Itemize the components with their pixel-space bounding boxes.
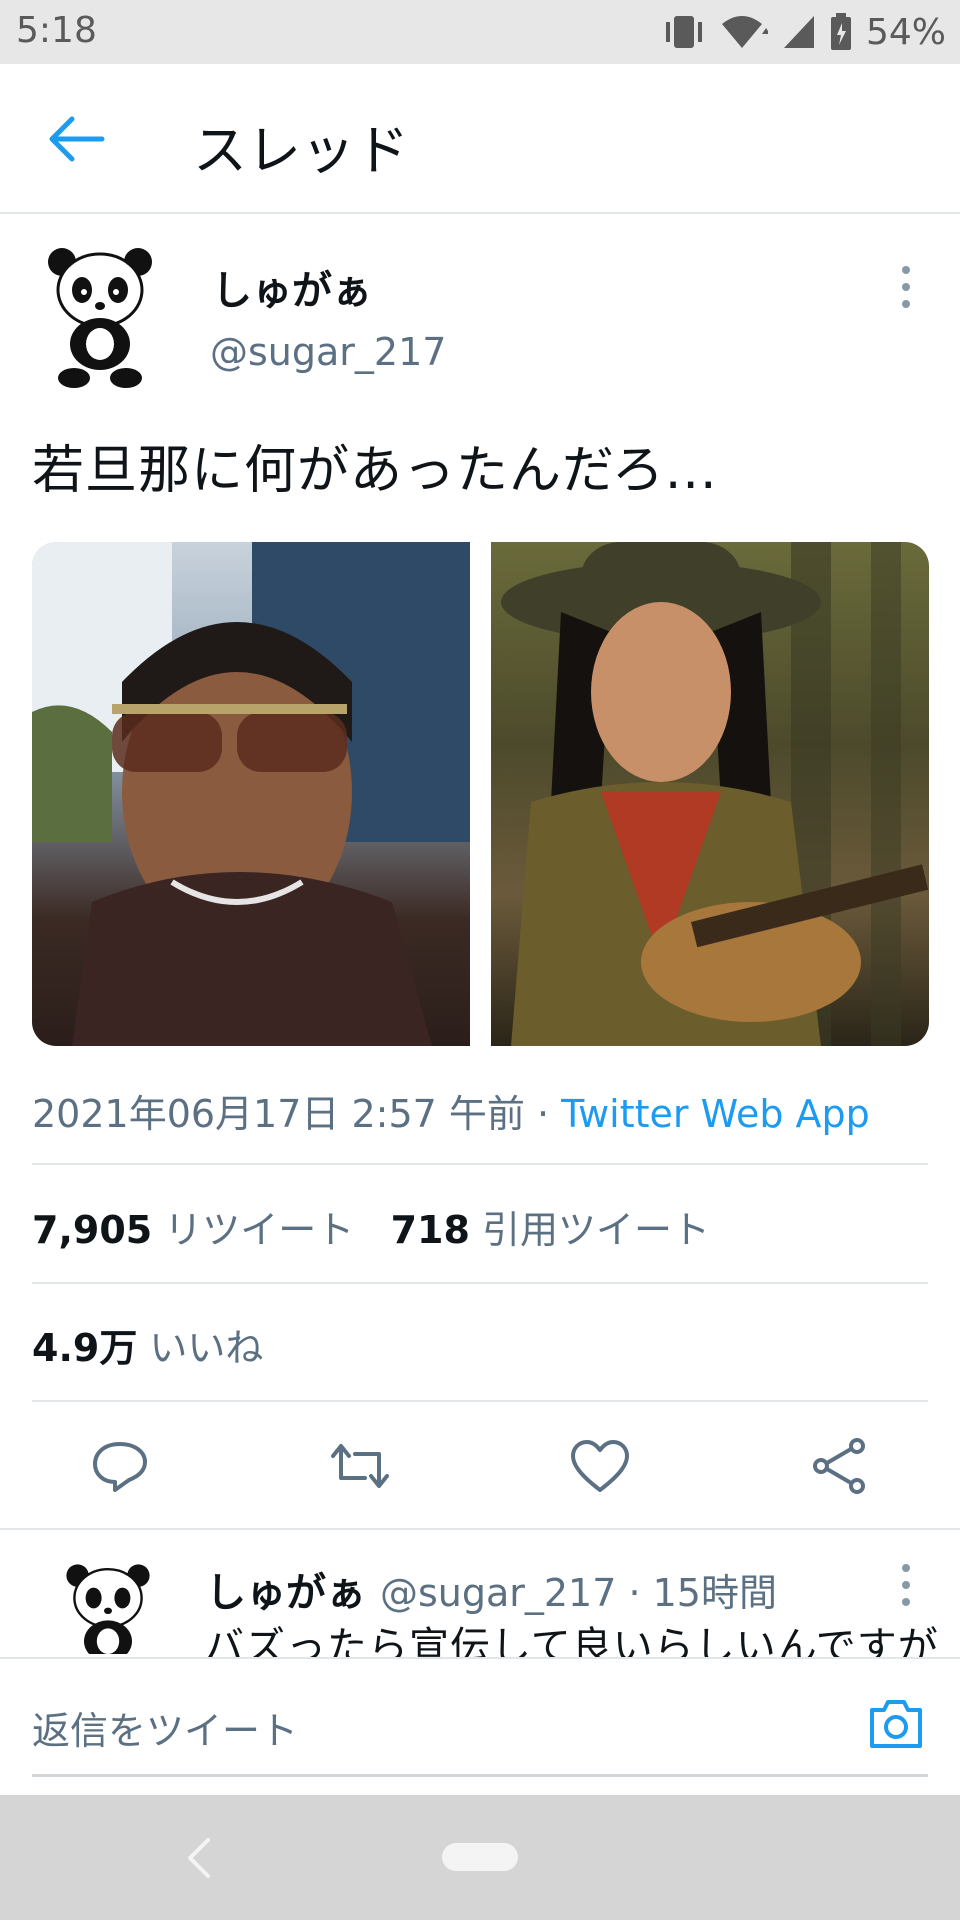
author-name[interactable]: しゅがぁ <box>212 258 372 316</box>
reply-author-name: しゅがぁ <box>206 1570 366 1616</box>
reply-more-options-button[interactable] <box>888 1560 924 1610</box>
back-button[interactable] <box>40 109 110 169</box>
panda-avatar-icon <box>66 1564 150 1654</box>
divider <box>32 1400 928 1402</box>
reply-icon <box>93 1442 147 1492</box>
reply-avatar[interactable] <box>60 1558 156 1654</box>
tweet-text: 若旦那に何があったんだろ... <box>32 441 718 501</box>
panda-avatar-icon <box>48 248 152 388</box>
reply-button[interactable] <box>85 1436 155 1496</box>
wifi-icon <box>721 16 768 48</box>
battery-percentage: 54% <box>865 11 946 53</box>
reply-meta: @sugar_217 · 15時間 <box>379 1571 777 1615</box>
page-title: スレッド <box>193 119 409 182</box>
chevron-left-icon <box>188 1838 210 1878</box>
share-button[interactable] <box>805 1436 875 1496</box>
top-app-bar: スレッド <box>0 64 960 214</box>
photo-placeholder <box>501 542 929 1046</box>
tweet-source-link[interactable]: Twitter Web App <box>561 1092 870 1136</box>
quote-stat[interactable]: 718 引用ツイート <box>391 1208 710 1252</box>
signal-icon <box>783 16 814 48</box>
author-handle[interactable]: @sugar_217 <box>210 330 446 374</box>
reply-input-underline <box>32 1774 928 1777</box>
nav-back-button[interactable] <box>180 1832 216 1884</box>
quote-count: 718 <box>390 1208 470 1252</box>
arrow-left-icon <box>49 116 105 162</box>
like-count: 4.9万 <box>32 1326 138 1370</box>
tweet-photo-2[interactable] <box>491 542 929 1046</box>
more-vertical-icon <box>902 1564 910 1606</box>
retweet-count: 7,905 <box>32 1208 153 1252</box>
camera-button[interactable] <box>866 1696 926 1752</box>
tweet-photo-1[interactable] <box>32 542 470 1046</box>
reply-author[interactable]: しゅがぁ @sugar_217 · 15時間 <box>206 1560 777 1618</box>
like-icon <box>571 1440 629 1492</box>
more-options-button[interactable] <box>888 262 924 312</box>
divider <box>0 1528 960 1530</box>
battery-icon <box>830 13 851 50</box>
camera-icon <box>870 1700 922 1748</box>
nav-home-pill[interactable] <box>442 1843 518 1871</box>
like-button[interactable] <box>565 1436 635 1496</box>
reply-input[interactable]: 返信をツイート <box>32 1700 298 1755</box>
tweet-timestamp: 2021年06月17日 2:57 午前 · <box>32 1092 562 1136</box>
stats-row-likes[interactable]: 4.9万 いいね <box>32 1317 263 1372</box>
share-icon <box>813 1438 865 1494</box>
like-label: いいね <box>149 1326 264 1370</box>
status-time: 5:18 <box>16 10 97 51</box>
stats-row-retweets: 7,905 リツイート 718 引用ツイート <box>32 1199 710 1254</box>
retweet-button[interactable] <box>325 1436 395 1496</box>
retweet-stat[interactable]: 7,905 リツイート <box>32 1208 354 1252</box>
retweet-label: リツイート <box>164 1208 355 1252</box>
status-icons: 54% <box>662 10 946 54</box>
quote-label: 引用ツイート <box>481 1208 710 1252</box>
more-vertical-icon <box>902 266 910 308</box>
vibrate-icon <box>665 16 702 48</box>
avatar[interactable] <box>40 240 160 390</box>
retweet-icon <box>331 1444 389 1488</box>
divider <box>32 1282 928 1284</box>
tweet-timestamp-line: 2021年06月17日 2:57 午前 · Twitter Web App <box>32 1083 870 1138</box>
divider <box>32 1163 928 1165</box>
photo-placeholder <box>32 542 470 1046</box>
